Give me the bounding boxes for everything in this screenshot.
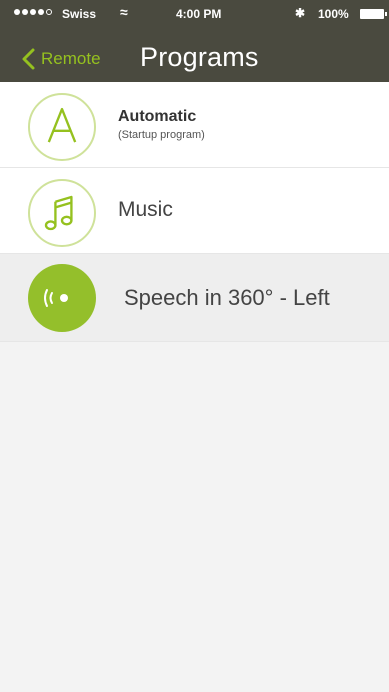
letter-a-icon bbox=[28, 93, 96, 161]
program-title: Speech in 360° - Left bbox=[124, 285, 330, 310]
wifi-icon: ≈ bbox=[120, 4, 128, 20]
header: Swiss ≈ 4:00 PM ✱ 100% Remote Programs bbox=[0, 0, 389, 82]
back-button[interactable]: Remote bbox=[20, 46, 101, 72]
program-row-automatic[interactable]: Automatic (Startup program) bbox=[0, 82, 389, 168]
program-title: Music bbox=[118, 198, 173, 221]
program-subtitle: (Startup program) bbox=[118, 129, 205, 141]
carrier-name: Swiss bbox=[62, 7, 97, 21]
program-title: Automatic bbox=[118, 108, 197, 125]
battery-icon bbox=[360, 9, 387, 19]
back-label: Remote bbox=[41, 49, 101, 68]
status-time: 4:00 PM bbox=[176, 7, 222, 21]
battery-percent: 100% bbox=[318, 7, 349, 21]
speech-360-icon bbox=[28, 264, 96, 332]
page-title: Programs bbox=[140, 42, 259, 72]
program-row-music[interactable]: Music bbox=[0, 168, 389, 254]
chevron-left-icon bbox=[22, 48, 35, 70]
program-row-speech-360-left[interactable]: Speech in 360° - Left bbox=[0, 254, 389, 342]
program-list: Automatic (Startup program) Music Speech… bbox=[0, 82, 389, 342]
status-bar: Swiss ≈ 4:00 PM ✱ 100% bbox=[0, 0, 389, 28]
app-screen: Swiss ≈ 4:00 PM ✱ 100% Remote Programs A… bbox=[0, 0, 389, 692]
bluetooth-icon: ✱ bbox=[295, 6, 306, 20]
music-note-icon bbox=[28, 179, 96, 247]
signal-strength-icon bbox=[14, 9, 52, 17]
nav-bar: Remote Programs bbox=[0, 32, 389, 82]
